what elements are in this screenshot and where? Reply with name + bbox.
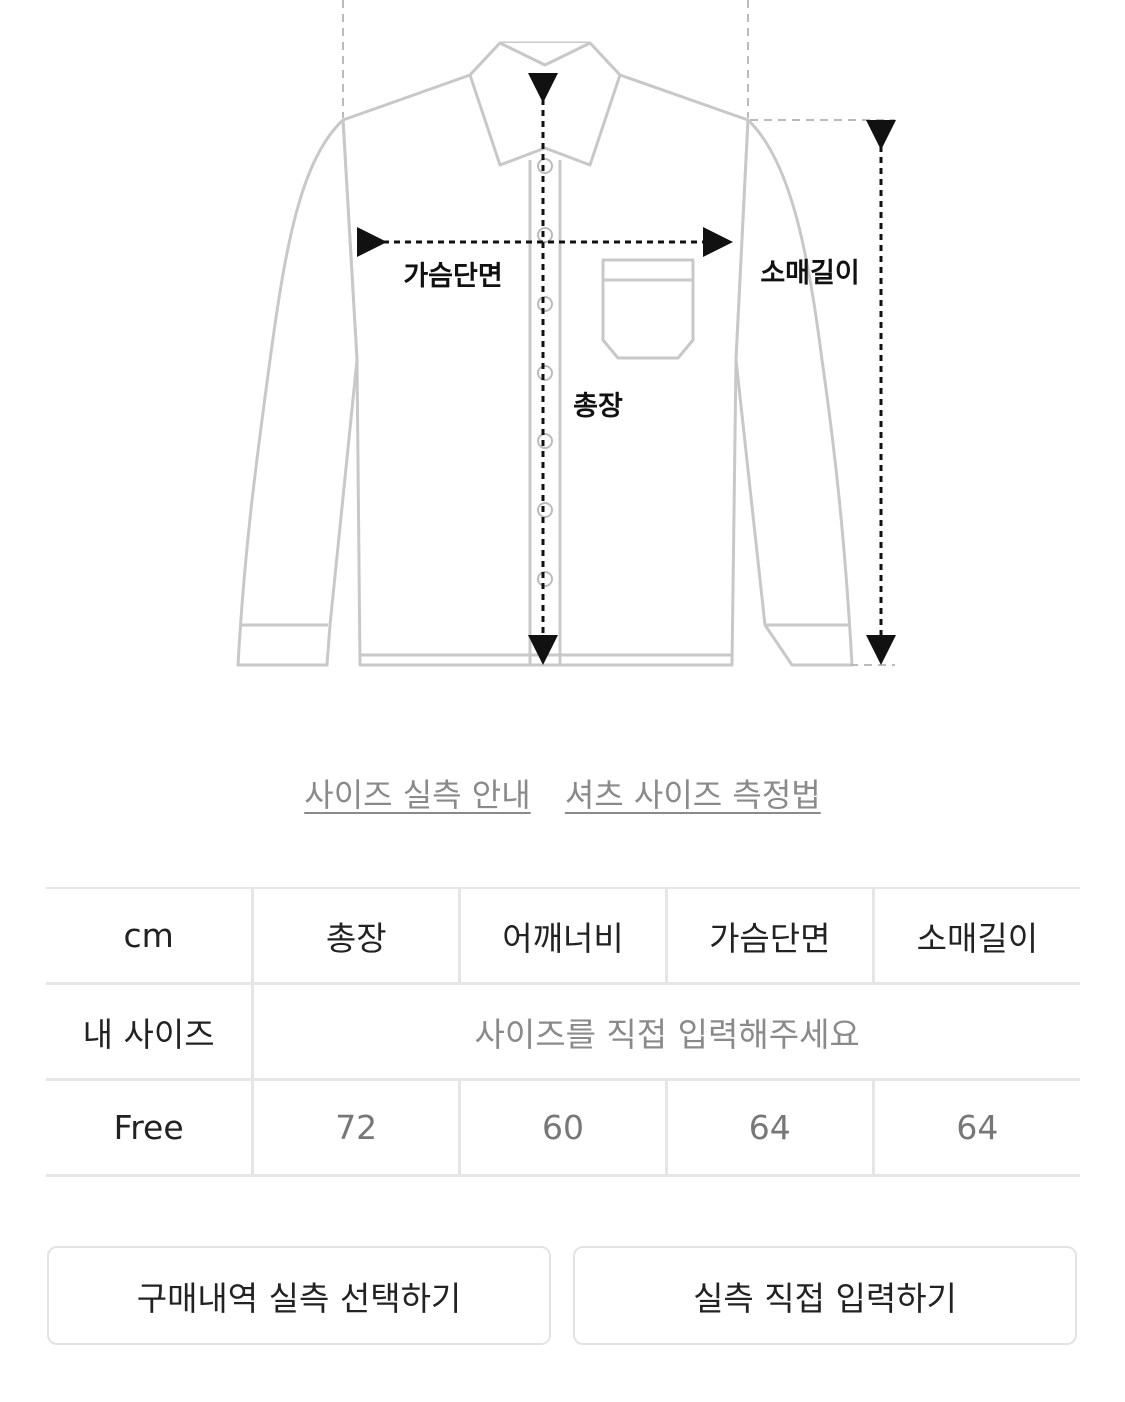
size-label: Free (113, 1108, 184, 1147)
my-size-row: 내 사이즈 사이즈를 직접 입력해주세요 (46, 983, 1080, 1080)
size-table: cm 총장 어깨너비 가슴단면 소매길이 내 사이즈 사이즈를 직접 입력해주세… (46, 887, 1080, 1177)
my-size-input[interactable]: 사이즈를 직접 입력해주세요 (251, 983, 1080, 1080)
unit-header: cm (123, 916, 174, 955)
direct-input-button[interactable]: 실측 직접 입력하기 (573, 1246, 1077, 1345)
table-header-row: cm 총장 어깨너비 가슴단면 소매길이 (46, 888, 1080, 984)
purchase-history-button[interactable]: 구매내역 실측 선택하기 (47, 1246, 551, 1345)
column-header: 어깨너비 (458, 888, 667, 984)
length-label: 총장 (573, 391, 623, 422)
size-guide-links: 사이즈 실측 안내 셔츠 사이즈 측정법 (0, 770, 1125, 816)
column-header: 소매길이 (871, 888, 1080, 984)
size-guide-link[interactable]: 사이즈 실측 안내 (304, 776, 530, 814)
size-value: 64 (871, 1079, 1080, 1176)
column-header: 가슴단면 (664, 888, 874, 984)
size-value: 72 (251, 1079, 460, 1176)
shirt-measure-link[interactable]: 셔츠 사이즈 측정법 (565, 776, 821, 814)
table-row: Free 72 60 64 64 (46, 1079, 1080, 1176)
my-size-label: 내 사이즈 (82, 1014, 215, 1054)
column-header: 총장 (251, 888, 460, 984)
shirt-measurement-diagram: 가슴단면 소매길이 총장 (236, 0, 896, 667)
chest-label: 가슴단면 (403, 261, 502, 292)
size-value: 60 (458, 1079, 667, 1176)
sleeve-label: 소매길이 (760, 258, 859, 289)
size-value: 64 (664, 1079, 874, 1176)
